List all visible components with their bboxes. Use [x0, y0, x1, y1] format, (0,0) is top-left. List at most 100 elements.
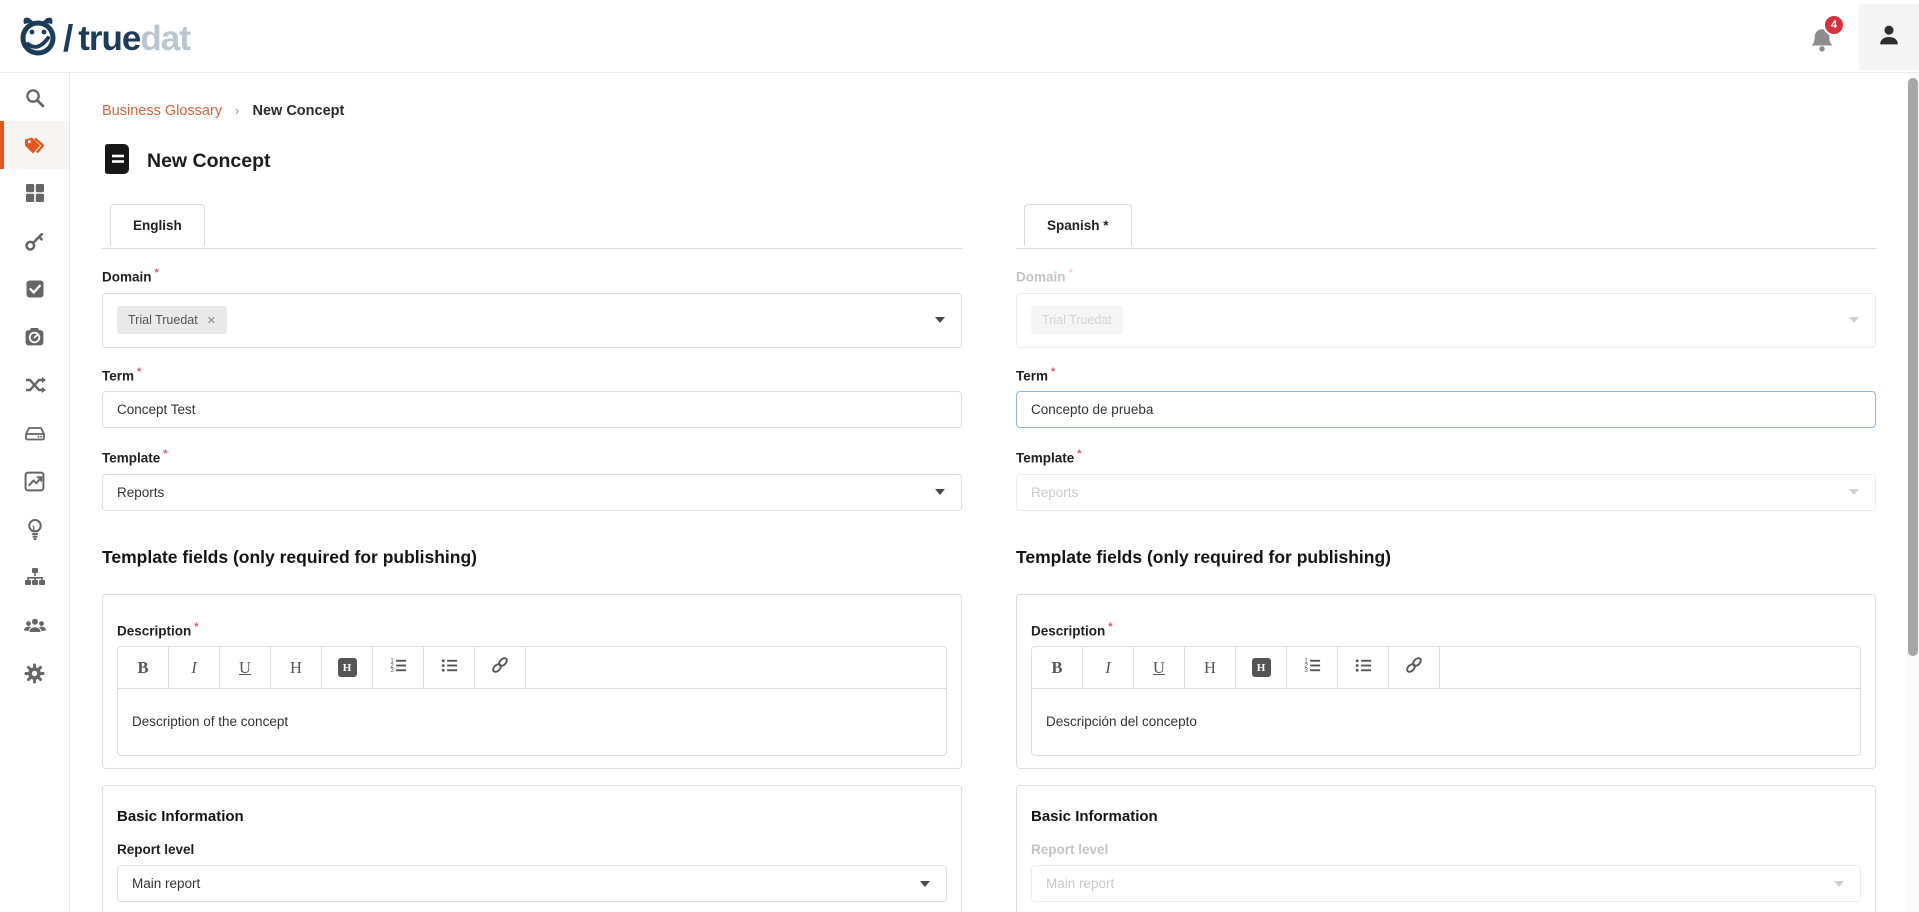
template-label: Template* — [1016, 448, 1876, 466]
ordered-list-button[interactable]: 123 — [1287, 647, 1338, 688]
sidebar-item-catalog[interactable] — [0, 169, 69, 217]
term-input[interactable] — [102, 391, 962, 428]
underline-icon: U — [1153, 658, 1165, 678]
tab-english[interactable]: English — [110, 204, 205, 246]
bold-button[interactable]: B — [118, 647, 169, 688]
required-asterisk: * — [137, 366, 141, 378]
sidebar-item-glossary[interactable] — [0, 121, 69, 169]
search-icon — [24, 87, 45, 108]
report-level-select-disabled: Main report — [1031, 865, 1861, 902]
chevron-down-icon — [920, 881, 930, 887]
underline-button[interactable]: U — [220, 647, 271, 688]
domain-select-disabled: Trial Truedat — [1016, 293, 1876, 348]
sidebar-item-structures[interactable] — [0, 409, 69, 457]
bold-button[interactable]: B — [1032, 647, 1083, 688]
sidebar-item-rules[interactable] — [0, 265, 69, 313]
domain-label: Domain* — [1016, 267, 1876, 285]
vertical-scrollbar[interactable] — [1907, 73, 1919, 912]
tabbar-spanish: Spanish * — [1016, 203, 1876, 249]
breadcrumb-business-glossary[interactable]: Business Glossary — [102, 103, 222, 119]
heading-block-button[interactable]: H — [322, 647, 373, 688]
description-editor-content[interactable]: Descripción del concepto — [1032, 689, 1860, 755]
domain-chip: Trial Truedat — [1031, 306, 1123, 334]
underline-icon: U — [239, 658, 251, 678]
grid-icon — [25, 183, 45, 203]
app-header: / truedat 4 — [0, 0, 1919, 73]
report-level-value: Main report — [132, 876, 200, 891]
description-card: Description* B I U H H 123 Description o… — [102, 594, 962, 770]
logo-wordmark: truedat — [78, 19, 190, 59]
description-label: Description* — [117, 621, 947, 639]
heading-block-icon: H — [338, 658, 357, 677]
basic-information-title: Basic Information — [117, 808, 947, 825]
required-asterisk: * — [1069, 267, 1073, 279]
user-icon — [1876, 22, 1902, 53]
scrollbar-thumb[interactable] — [1908, 78, 1918, 656]
term-label: Term* — [102, 366, 962, 384]
required-asterisk: * — [194, 621, 198, 633]
domain-select[interactable]: Trial Truedat✕ — [102, 293, 962, 348]
template-value: Reports — [117, 485, 164, 500]
term-input[interactable] — [1016, 391, 1876, 428]
gear-icon — [24, 663, 45, 684]
template-select-disabled: Reports — [1016, 474, 1876, 511]
unordered-list-button[interactable] — [424, 647, 475, 688]
unordered-list-button[interactable] — [1338, 647, 1389, 688]
template-value: Reports — [1031, 485, 1078, 500]
rich-text-editor: B I U H H 123 Descripción del concepto — [1031, 646, 1861, 756]
required-asterisk: * — [155, 267, 159, 279]
sidebar-item-lineage[interactable] — [0, 361, 69, 409]
template-select[interactable]: Reports — [102, 474, 962, 511]
sidebar-item-search[interactable] — [0, 73, 69, 121]
tab-spanish[interactable]: Spanish * — [1024, 204, 1132, 246]
ordered-list-icon: 123 — [389, 656, 408, 680]
link-button[interactable] — [475, 647, 526, 688]
quality-gauge-icon — [24, 327, 45, 348]
required-asterisk: * — [163, 448, 167, 460]
sidebar-item-settings[interactable] — [0, 649, 69, 697]
storage-icon — [24, 423, 46, 443]
truedat-logo[interactable]: / truedat — [18, 14, 190, 63]
heading-block-button[interactable]: H — [1236, 647, 1287, 688]
domain-chip: Trial Truedat✕ — [117, 306, 227, 334]
template-fields-heading: Template fields (only required for publi… — [102, 547, 962, 568]
editor-toolbar: B I U H H 123 — [1032, 647, 1860, 689]
link-icon — [489, 654, 511, 681]
ordered-list-button[interactable]: 123 — [373, 647, 424, 688]
sitemap-icon — [24, 567, 46, 587]
column-english: English Domain* Trial Truedat✕ Term* Tem… — [102, 203, 962, 912]
breadcrumb-current: New Concept — [252, 103, 344, 119]
sidebar-item-taxonomy[interactable] — [0, 553, 69, 601]
notifications-button[interactable]: 4 — [1809, 26, 1839, 60]
sidebar-item-users[interactable] — [0, 601, 69, 649]
chevron-down-icon — [1849, 317, 1859, 323]
lightbulb-icon — [26, 518, 44, 540]
required-asterisk: * — [1077, 448, 1081, 460]
editor-toolbar: B I U H H 123 — [118, 647, 946, 689]
italic-button[interactable]: I — [169, 647, 220, 688]
sidebar-item-metrics[interactable] — [0, 457, 69, 505]
sidebar-item-permissions[interactable] — [0, 217, 69, 265]
link-button[interactable] — [1389, 647, 1440, 688]
tags-icon — [23, 135, 47, 156]
users-icon — [23, 615, 47, 635]
description-card: Description* B I U H H 123 Descripción d… — [1016, 594, 1876, 770]
link-icon — [1403, 654, 1425, 681]
breadcrumb: Business Glossary › New Concept — [102, 103, 1907, 119]
description-editor-content[interactable]: Description of the concept — [118, 689, 946, 755]
report-level-label: Report level — [1031, 842, 1861, 857]
heading-button[interactable]: H — [1185, 647, 1236, 688]
user-menu-button[interactable] — [1859, 4, 1919, 70]
italic-button[interactable]: I — [1083, 647, 1134, 688]
column-spanish: Spanish * Domain* Trial Truedat Term* Te… — [1016, 203, 1876, 912]
heading-button[interactable]: H — [271, 647, 322, 688]
report-level-select[interactable]: Main report — [117, 865, 947, 902]
sidebar-item-quality[interactable] — [0, 313, 69, 361]
sidebar-item-insights[interactable] — [0, 505, 69, 553]
tabbar-english: English — [102, 203, 962, 249]
basic-information-card: Basic Information Report level Main repo… — [1016, 785, 1876, 912]
chip-remove-icon[interactable]: ✕ — [207, 314, 216, 327]
underline-button[interactable]: U — [1134, 647, 1185, 688]
owl-logo-icon — [18, 14, 60, 63]
rich-text-editor: B I U H H 123 Description of the concept — [117, 646, 947, 756]
